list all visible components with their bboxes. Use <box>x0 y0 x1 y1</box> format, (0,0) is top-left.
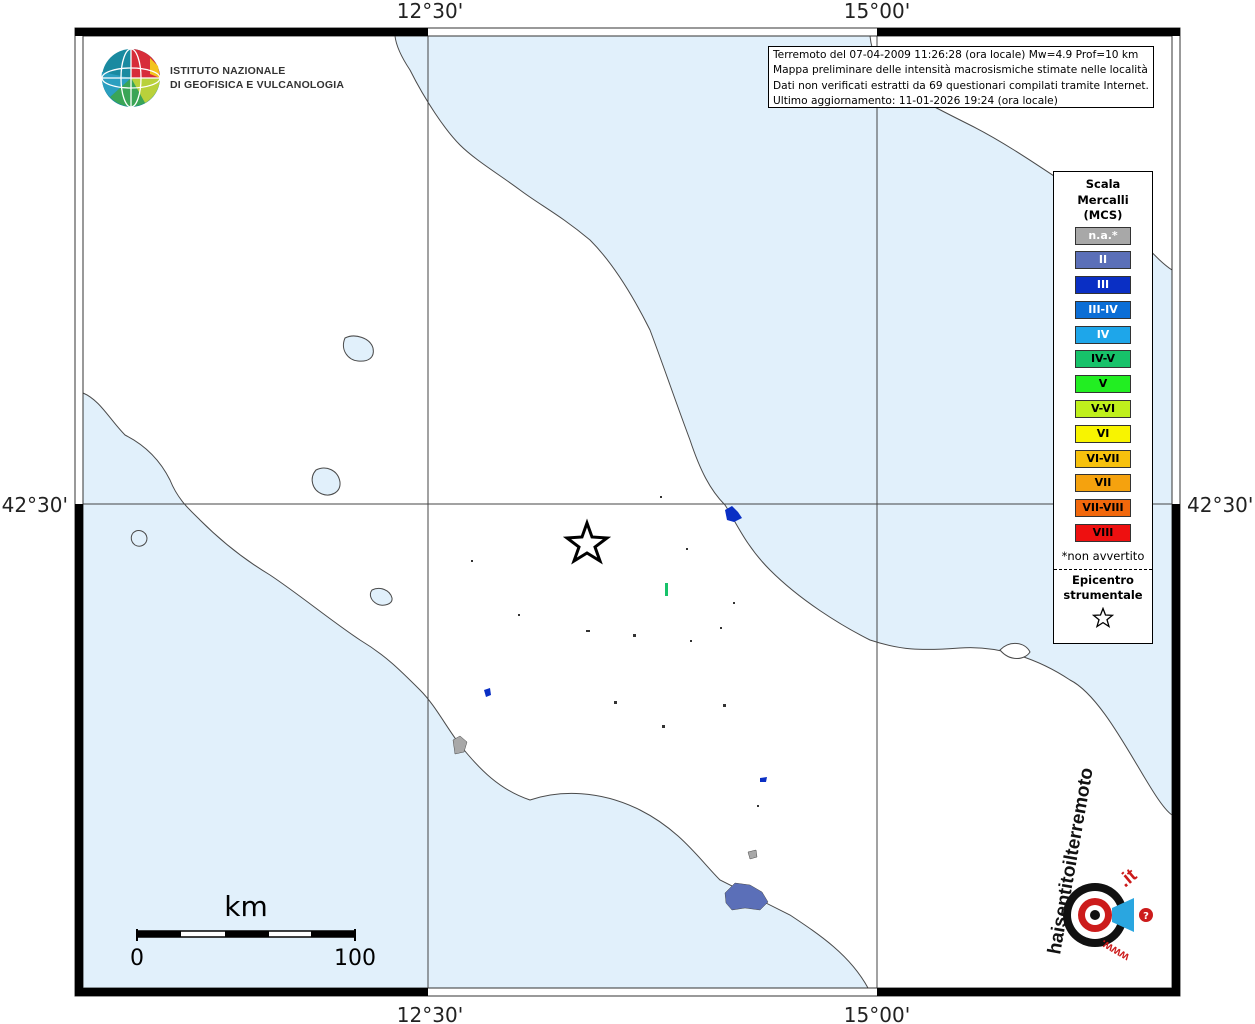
legend-item-vi: VI <box>1075 424 1131 443</box>
legend-item-iv-v: IV-V <box>1075 350 1131 369</box>
legend-item-n-a: n.a.* <box>1075 226 1131 245</box>
frame-bottom-left <box>83 988 428 996</box>
island-1 <box>130 530 148 547</box>
legend: Scala Mercalli (MCS) n.a.* II III III-IV IV I… <box>1053 171 1153 644</box>
info-box: Terremoto del 07-04-2009 11:26:28 (ora l… <box>768 46 1154 108</box>
frame-corner-tr <box>1172 28 1180 36</box>
scale-left-label: 0 <box>130 946 144 971</box>
ingv-line1: ISTITUTO NAZIONALE <box>170 65 285 77</box>
lon-label-top-2: 15°00' <box>844 0 910 23</box>
info-line-1: Terremoto del 07-04-2009 11:26:28 (ora l… <box>773 49 1139 61</box>
scale-right-label: 100 <box>334 946 376 971</box>
legend-epicenter-label: Epicentro strumentale <box>1054 573 1152 604</box>
legend-item-vi-vii: VI-VII <box>1075 449 1131 468</box>
info-line-4: Ultimo aggiornamento: 11-01-2026 19:24 (… <box>773 94 1058 107</box>
legend-item-vii: VII <box>1075 474 1131 493</box>
frame-bottom-right <box>877 988 1172 996</box>
legend-title: Scala Mercalli (MCS) <box>1054 177 1152 224</box>
frame-left-bottom <box>75 504 83 988</box>
legend-item-viii: VIII <box>1075 524 1131 543</box>
legend-item-iii: III <box>1075 276 1131 295</box>
legend-epi-line1: Epicentro <box>1072 572 1134 587</box>
lat-label-right: 42°30' <box>1187 493 1253 517</box>
frame-corner-bl <box>75 988 83 996</box>
legend-item-v-vi: V-VI <box>1075 400 1131 419</box>
legend-item-iii-iv: III-IV <box>1075 300 1131 319</box>
legend-item-vii-viii: VII-VIII <box>1075 499 1131 518</box>
legend-title-line2: Mercalli <box>1077 192 1129 207</box>
frame-corner-br <box>1172 988 1180 996</box>
frame-corner-tl <box>75 28 83 36</box>
info-line-2: Mappa preliminare delle intensità macros… <box>773 64 1148 77</box>
legend-item-ii: II <box>1075 251 1131 270</box>
lon-label-top-1: 12°30' <box>397 0 463 23</box>
legend-title-line1: Scala <box>1085 177 1121 191</box>
legend-item-v: V <box>1075 375 1131 394</box>
question-icon: ? <box>1143 911 1149 922</box>
info-line-3: Dati non verificati estratti da 69 quest… <box>773 79 1149 92</box>
lon-label-bottom-1: 12°30' <box>397 1003 463 1024</box>
lon-label-bottom-2: 15°00' <box>844 1003 910 1024</box>
legend-note: *non avvertito <box>1061 548 1145 563</box>
scale-title: km <box>224 890 268 923</box>
locality-intensity-iv-v <box>665 583 668 596</box>
lat-label-left: 42°30' <box>2 493 68 517</box>
frame-top-left <box>83 28 428 36</box>
legend-epi-line2: strumentale <box>1063 588 1143 603</box>
frame-top-right <box>877 28 1172 36</box>
legend-items: n.a.* II III III-IV IV IV-V V V-VI VI VI-VII VII VI… <box>1054 226 1152 543</box>
legend-title-line3: (MCS) <box>1083 208 1123 222</box>
legend-star-icon <box>1054 606 1152 633</box>
frame-right-bottom <box>1172 504 1180 988</box>
legend-separator <box>1054 568 1152 570</box>
ingv-line2: DI GEOFISICA E VULCANOLOGIA <box>170 79 344 91</box>
legend-item-iv: IV <box>1075 325 1131 344</box>
